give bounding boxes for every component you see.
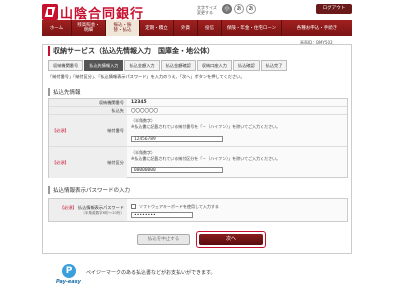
- progress-steps: 収納機関番号 払込先情報入力 払込金額入力 払込金額確認 収納口座入力 払込確認…: [48, 60, 288, 71]
- step-complete: 払込完了: [260, 60, 288, 71]
- instructions: 「納付番号」「納付区分」、「払込情報表示パスワード」を入力のうえ、「次へ」ボタン…: [48, 74, 245, 79]
- password-label: 払込情報表示パスワード: [77, 204, 124, 210]
- section-payee-title: 払込先情報: [48, 88, 81, 96]
- fontsize-label: 文字サイズ 変更する: [197, 5, 217, 15]
- payment-class-input[interactable]: 00000000: [131, 167, 223, 173]
- next-button[interactable]: 次へ: [199, 234, 263, 245]
- payment-number-label: 納付番号: [107, 127, 124, 133]
- row-payment-class: 【必須】 納付区分 （半角数字） ※払込書に記載されている納付区分を「－（ハイフ…: [49, 147, 347, 178]
- nav-applications[interactable]: 各種お申込・手続き: [282, 20, 352, 36]
- payeasy-note: ペイジーマークのある払込書などがお支払いができます。: [86, 270, 216, 276]
- step-amount: 払込金額入力: [124, 60, 160, 71]
- nav-forex[interactable]: 外貨: [174, 20, 198, 36]
- payment-class-label-cell: 【必須】 納付区分: [49, 147, 127, 178]
- payment-number-input[interactable]: 12456789: [131, 136, 223, 142]
- password-note: （半角英数字6桁〜20桁）: [81, 210, 124, 215]
- payeasy-icon: P: [62, 264, 76, 278]
- step-account: 収納口座入力: [196, 60, 232, 71]
- step-agency: 収納機関番号: [48, 60, 84, 71]
- agency-value: 12345: [131, 100, 147, 105]
- global-nav: ホーム 残高照会・明細 振込・振替・払込 定期・積立 外貨 投信 保険・年金・住…: [42, 20, 352, 36]
- payee-value: 〇〇〇〇〇〇: [131, 108, 158, 114]
- nav-insurance[interactable]: 保険・年金・住宅ローン: [222, 20, 282, 36]
- row-agency: 収納機関番号 12345: [49, 99, 347, 107]
- fontsize-large-button[interactable]: あ: [246, 4, 256, 14]
- software-keyboard-label: ソフトウェアキーボードを使用して入力する: [139, 204, 219, 209]
- payment-class-note2: ※払込書に記載されている納付区分を「－（ハイフン）」を除いてご入力ください。: [131, 156, 281, 161]
- step-confirm: 払込確認: [232, 60, 260, 71]
- row-password: 【必須】 払込情報表示パスワード （半角英数字6桁〜20桁） ソフトウェアキーボ…: [49, 199, 347, 221]
- password-label-cell: 【必須】 払込情報表示パスワード （半角英数字6桁〜20桁）: [49, 199, 127, 221]
- payment-class-label: 納付区分: [107, 159, 124, 165]
- section-password-title: 払込情報表示パスワードの入力: [48, 186, 130, 194]
- step-amount-confirm: 払込金額確認: [160, 60, 196, 71]
- header: 山陰合同銀行 文字サイズ 変更する 小 あ あ ログアウト: [0, 0, 400, 22]
- cancel-payment-button[interactable]: 払込を中止する: [137, 234, 190, 245]
- next-button-frame: 次へ: [196, 231, 266, 248]
- logout-button[interactable]: ログアウト: [316, 4, 352, 14]
- nav-transfer[interactable]: 振込・振替・払込: [106, 20, 140, 36]
- bank-logo-icon: [42, 4, 58, 20]
- payment-number-note2: ※払込書に記載されている納付番号を「－（ハイフン）」を除いてご入力ください。: [131, 124, 281, 129]
- payeasy-text: Pay-easy: [56, 279, 81, 285]
- nav-balance[interactable]: 残高照会・明細: [72, 20, 106, 36]
- required-mark: 【必須】: [59, 204, 77, 210]
- fontsize-small-button[interactable]: 小: [222, 4, 232, 14]
- nav-deposit[interactable]: 定期・積立: [140, 20, 174, 36]
- payeasy-logo: P Pay-easy: [56, 264, 82, 288]
- payee-form: 収納機関番号 12345 払込先 〇〇〇〇〇〇 【必須】 納付番号 （半角数字）…: [48, 98, 348, 178]
- software-keyboard-checkbox[interactable]: [131, 204, 136, 209]
- password-form: 【必須】 払込情報表示パスワード （半角英数字6桁〜20桁） ソフトウェアキーボ…: [48, 198, 348, 222]
- password-input[interactable]: ••••••••: [131, 212, 193, 218]
- required-mark: 【必須】: [52, 159, 69, 165]
- step-payee-info: 払込先情報入力: [84, 60, 124, 71]
- nav-fund[interactable]: 投信: [198, 20, 222, 36]
- agency-label: 収納機関番号: [49, 99, 127, 106]
- row-payee: 払込先 〇〇〇〇〇〇: [49, 107, 347, 115]
- fontsize-medium-button[interactable]: あ: [234, 4, 244, 14]
- payment-number-label-cell: 【必須】 納付番号: [49, 115, 127, 146]
- required-mark: 【必須】: [52, 127, 69, 133]
- payee-label: 払込先: [49, 107, 127, 114]
- page-title: 収納サービス（払込先情報入力 国庫金・地公体）: [48, 46, 214, 56]
- row-payment-number: 【必須】 納付番号 （半角数字） ※払込書に記載されている納付番号を「－（ハイフ…: [49, 115, 347, 147]
- nav-home[interactable]: ホーム: [42, 20, 72, 36]
